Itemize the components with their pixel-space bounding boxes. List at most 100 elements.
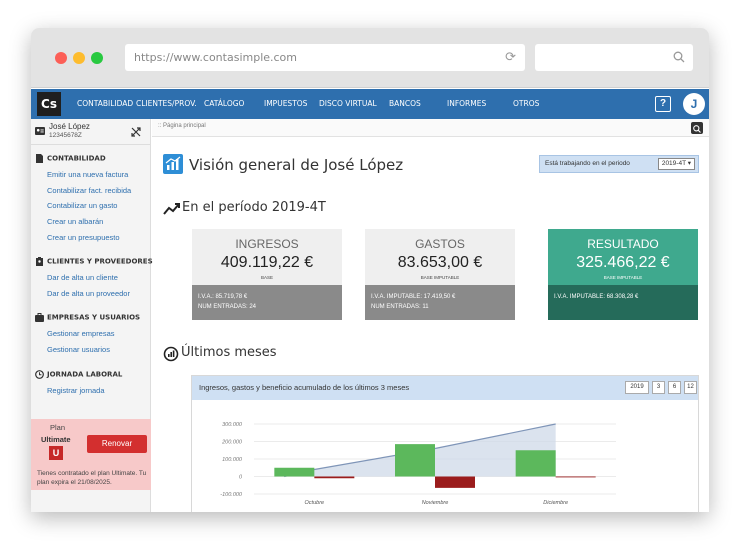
sidebar-user: José López 12345678Z bbox=[31, 119, 151, 145]
kpi-resultado-value: 325.466,22 € bbox=[576, 254, 670, 271]
x-tick-label: Octubre bbox=[305, 500, 325, 506]
contasimple-logo[interactable]: Cs bbox=[37, 92, 61, 116]
nav-item-bancos[interactable]: BANCOS bbox=[389, 89, 421, 119]
y-tick-label: 200.000 bbox=[221, 440, 243, 446]
link-crear-presupuesto[interactable]: Crear un presupuesto bbox=[47, 233, 120, 242]
kpi-ingresos-title: INGRESOS bbox=[235, 237, 299, 251]
clock-history-icon bbox=[35, 370, 44, 379]
kpi-gastos-value: 83.653,00 € bbox=[397, 254, 483, 271]
period-dropdown[interactable]: 2019-4T ▾ bbox=[657, 158, 695, 170]
nav-item-impuestos[interactable]: IMPUESTOS bbox=[264, 89, 307, 119]
user-nif: 12345678Z bbox=[49, 132, 82, 139]
screenshot-stage: https://www.contasimple.com ⟳ Cs CONTABI… bbox=[0, 0, 736, 542]
link-contabilizar-fact-recibida[interactable]: Contabilizar fact. recibida bbox=[47, 186, 131, 195]
id-card-icon bbox=[35, 127, 45, 135]
close-window-button[interactable] bbox=[55, 52, 67, 64]
plan-badge: U bbox=[49, 446, 63, 460]
bar-ingresos bbox=[274, 467, 315, 477]
chart-bars-icon bbox=[163, 154, 183, 174]
x-tick-label: Noviembre bbox=[422, 500, 449, 506]
y-tick-label: 300.000 bbox=[222, 422, 243, 428]
nav-item-informes[interactable]: INFORMES bbox=[447, 89, 486, 119]
kpi-gastos-base: BASE IMPUTABLE bbox=[420, 275, 460, 280]
document-icon bbox=[36, 154, 43, 163]
section-contabilidad: CONTABILIDAD bbox=[35, 154, 106, 163]
chart-panel-title: Ingresos, gastos y beneficio acumulado d… bbox=[199, 383, 410, 392]
chart-range-6-button[interactable]: 6 bbox=[668, 381, 681, 394]
months-heading: Últimos meses bbox=[181, 345, 277, 360]
history-chart-icon bbox=[163, 346, 179, 362]
kpi-gastos-title: GASTOS bbox=[415, 237, 465, 251]
user-avatar[interactable]: J bbox=[683, 93, 705, 115]
kpi-resultado-footer: I.V.A. IMPUTABLE: 68.308,28 € bbox=[548, 285, 698, 320]
browser-search-input[interactable] bbox=[535, 44, 693, 71]
nav-item-otros[interactable]: OTROS bbox=[513, 89, 539, 119]
kpi-ingresos-iva: I.V.A.: 85.719,78 € bbox=[198, 294, 248, 300]
link-crear-albaran[interactable]: Crear un albarán bbox=[47, 217, 103, 226]
bar-ingresos bbox=[515, 450, 556, 477]
browser-window: https://www.contasimple.com ⟳ Cs CONTABI… bbox=[31, 28, 709, 512]
chart-range-12-button[interactable]: 12 bbox=[684, 381, 697, 394]
y-tick-label: -100.000 bbox=[220, 492, 243, 498]
switch-user-icon[interactable] bbox=[131, 127, 141, 137]
kpi-resultado-title: RESULTADO bbox=[587, 237, 659, 251]
kpi-resultado-base: BASE IMPUTABLE bbox=[603, 275, 643, 280]
clipboard-icon bbox=[36, 257, 43, 266]
help-button[interactable]: ? bbox=[655, 96, 671, 112]
link-alta-cliente[interactable]: Dar de alta un cliente bbox=[47, 273, 118, 282]
main-navigation: Cs CONTABILIDAD CLIENTES/PROV. CATÁLOGO … bbox=[31, 89, 709, 119]
plan-expiry-note: Tienes contratado el plan Ultimate. Tu p… bbox=[37, 470, 147, 486]
y-tick-label: 0 bbox=[239, 475, 243, 481]
page-title: Visión general de José López bbox=[189, 156, 404, 174]
link-registrar-jornada[interactable]: Registrar jornada bbox=[47, 386, 105, 395]
bar-gastos bbox=[314, 476, 355, 479]
link-alta-proveedor[interactable]: Dar de alta un proveedor bbox=[47, 289, 130, 298]
kpi-ingresos-footer: I.V.A.: 85.719,78 € NUM ENTRADAS: 24 bbox=[192, 285, 342, 320]
nav-item-contabilidad[interactable]: CONTABILIDAD bbox=[77, 89, 133, 119]
address-bar[interactable]: https://www.contasimple.com ⟳ bbox=[125, 44, 525, 71]
page-search-button[interactable] bbox=[691, 122, 703, 134]
chart-panel-header: Ingresos, gastos y beneficio acumulado d… bbox=[192, 376, 698, 400]
briefcase-icon bbox=[35, 313, 44, 322]
summary-chart: 300.000 200.000 100.000 0 -100.000 Octubre Nov… bbox=[220, 422, 616, 506]
period-label: Está trabajando en el periodo bbox=[545, 160, 630, 167]
period-heading: En el período 2019-4T bbox=[182, 200, 326, 215]
nav-item-clientes-prov[interactable]: CLIENTES/PROV. bbox=[136, 89, 197, 119]
y-tick-label: 100.000 bbox=[222, 457, 243, 463]
kpi-gastos[interactable]: GASTOS 83.653,00 € BASE IMPUTABLE I.V.A.… bbox=[365, 229, 515, 320]
chart-range-3-button[interactable]: 3 bbox=[652, 381, 665, 394]
sidebar: José López 12345678Z CONTABILIDAD Emitir… bbox=[31, 119, 153, 512]
section-clientes-proveedores: CLIENTES Y PROVEEDORES bbox=[35, 257, 153, 266]
user-name: José López bbox=[49, 122, 90, 131]
breadcrumb[interactable]: :: Página principal bbox=[158, 123, 206, 129]
plan-label: Plan bbox=[50, 423, 66, 432]
bar-gastos bbox=[435, 476, 475, 488]
bar-ingresos bbox=[395, 444, 435, 477]
link-emitir-factura[interactable]: Emitir una nueva factura bbox=[47, 170, 128, 179]
plan-name: Ultimate bbox=[41, 435, 71, 444]
search-icon bbox=[673, 51, 685, 63]
maximize-window-button[interactable] bbox=[91, 52, 103, 64]
link-contabilizar-gasto[interactable]: Contabilizar un gasto bbox=[47, 201, 117, 210]
kpi-resultado[interactable]: RESULTADO 325.466,22 € BASE IMPUTABLE I.… bbox=[548, 229, 698, 320]
kpi-gastos-entradas: NUM ENTRADAS: 11 bbox=[371, 304, 429, 310]
kpi-ingresos-value: 409.119,22 € bbox=[220, 254, 314, 271]
minimize-window-button[interactable] bbox=[73, 52, 85, 64]
nav-item-disco-virtual[interactable]: DISCO VIRTUAL bbox=[319, 89, 377, 119]
bar-gastos bbox=[555, 476, 596, 478]
trend-line-icon bbox=[163, 203, 180, 215]
browser-toolbar: https://www.contasimple.com ⟳ bbox=[31, 28, 709, 88]
search-icon bbox=[693, 125, 701, 133]
nav-item-catalogo[interactable]: CATÁLOGO bbox=[204, 89, 244, 119]
renew-plan-button[interactable]: Renovar bbox=[87, 435, 147, 453]
address-url: https://www.contasimple.com bbox=[134, 51, 298, 64]
link-gestionar-empresas[interactable]: Gestionar empresas bbox=[47, 329, 115, 338]
period-selector: Está trabajando en el periodo 2019-4T ▾ bbox=[539, 155, 699, 173]
kpi-ingresos[interactable]: INGRESOS 409.119,22 € BASE I.V.A.: 85.71… bbox=[192, 229, 342, 320]
kpi-ingresos-base: BASE bbox=[260, 275, 273, 280]
reload-icon[interactable]: ⟳ bbox=[505, 44, 516, 71]
link-gestionar-usuarios[interactable]: Gestionar usuarios bbox=[47, 345, 110, 354]
chart-panel: Ingresos, gastos y beneficio acumulado d… bbox=[191, 375, 699, 512]
chart-range-year-button[interactable]: 2019 bbox=[625, 381, 649, 394]
kpi-gastos-iva: I.V.A. IMPUTABLE: 17.419,50 € bbox=[371, 294, 456, 300]
